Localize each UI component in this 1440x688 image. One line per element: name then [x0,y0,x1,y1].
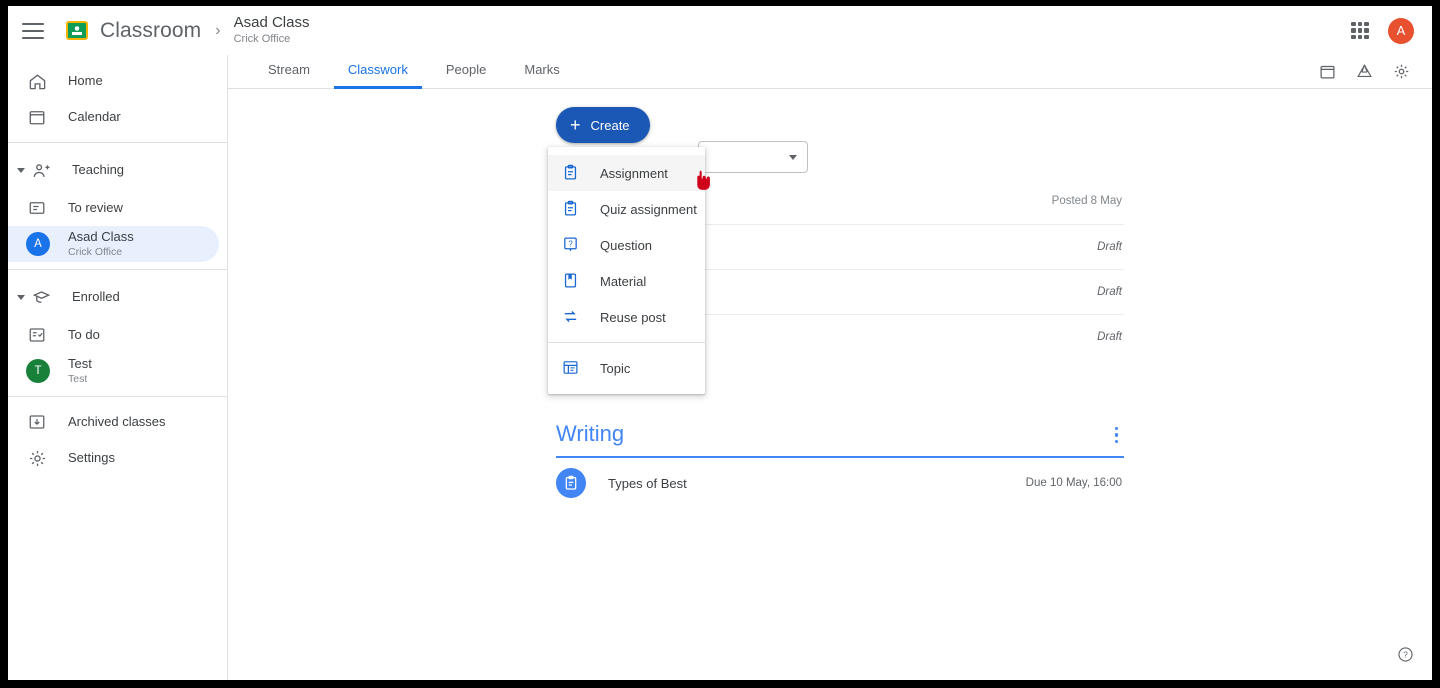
status-badge: Draft [1097,286,1122,298]
sidebar-item-to-review[interactable]: To review [8,190,219,226]
menu-item-assignment[interactable]: Assignment [548,155,705,191]
sidebar-item-sublabel: Crick Office [68,245,123,258]
apps-grid-icon[interactable] [1350,21,1370,41]
status-badge: Draft [1097,331,1122,343]
kebab-menu-icon[interactable] [1109,423,1125,448]
menu-item-label: Quiz assignment [600,201,697,217]
list-item[interactable]: Types of Best Due 10 May, 16:00 [556,458,1124,508]
gear-icon[interactable] [1393,63,1410,80]
app-brand-title: Classroom [100,18,202,42]
classroom-logo-icon [66,21,88,40]
create-button[interactable]: + Create [556,107,650,143]
help-circle-icon[interactable]: ? [1397,646,1414,668]
sidebar-item-asad-class[interactable]: A Asad Class Crick Office [8,226,219,262]
assignment-title: Types of Best [608,475,687,491]
tab-bar-actions [1319,63,1432,88]
tab-bar: Stream Classwork People Marks [228,55,1432,89]
create-menu: Assignment Quiz assignment ? Question Ma… [548,147,705,394]
menu-item-reuse-post[interactable]: Reuse post [548,299,705,335]
calendar-icon [26,106,48,128]
menu-item-topic[interactable]: Topic [548,350,705,386]
tab-people[interactable]: People [432,62,500,88]
app-window: Classroom › Asad Class Crick Office A Ho… [8,6,1432,680]
sidebar-item-label: Enrolled [72,288,120,304]
sidebar-item-label: To do [68,326,100,342]
material-bookmark-icon [562,272,580,290]
sidebar-item-label: Archived classes [68,413,166,429]
tab-classwork[interactable]: Classwork [333,62,422,89]
breadcrumb[interactable]: Asad Class Crick Office [233,14,310,46]
menu-item-label: Topic [600,360,631,376]
sidebar-item-label: Asad Class [68,229,134,245]
sidebar-item-label: Teaching [72,161,125,177]
menu-item-label: Reuse post [600,309,666,325]
topic-title[interactable]: Writing [556,421,624,447]
tab-stream[interactable]: Stream [254,62,324,88]
chevron-down-icon [17,167,25,173]
class-avatar: T [26,359,50,383]
sidebar-item-archived-classes[interactable]: Archived classes [8,404,219,440]
svg-text:?: ? [1403,650,1408,659]
assignment-due-date: Due 10 May, 16:00 [1025,477,1122,489]
topic-filter-select[interactable] [698,141,808,173]
class-avatar: A [26,232,50,256]
teaching-people-icon [30,159,52,181]
sidebar-divider [8,269,227,270]
calendar-icon[interactable] [1319,63,1336,80]
sidebar-group-enrolled[interactable]: Enrolled [8,277,219,317]
plus-icon: + [570,115,581,135]
sidebar-item-home[interactable]: Home [8,63,219,99]
sidebar-divider [8,396,227,397]
assignment-icon [562,164,580,182]
home-icon [26,70,48,92]
menu-item-material[interactable]: Material [548,263,705,299]
reuse-post-icon [562,308,580,326]
gear-icon [26,447,48,469]
sidebar-group-teaching[interactable]: Teaching [8,150,219,190]
to-review-icon [26,197,48,219]
chevron-down-icon [17,294,25,300]
main-content: Stream Classwork People Marks + Create P… [228,55,1432,680]
menu-item-label: Assignment [600,165,668,181]
menu-divider [548,342,705,343]
chevron-down-icon [789,155,797,160]
sidebar-item-label: Settings [68,449,115,465]
assignment-icon [556,468,586,498]
sidebar-item-label: Test [68,356,92,372]
create-button-label: Create [590,117,630,133]
breadcrumb-class-section: Crick Office [233,33,291,46]
question-icon: ? [562,236,580,254]
topic-list-icon [562,359,580,377]
to-do-icon [26,324,48,346]
svg-text:?: ? [568,239,573,248]
sidebar-item-label: To review [68,199,123,215]
status-badge: Draft [1097,241,1122,253]
breadcrumb-class-name: Asad Class [233,14,310,32]
top-app-bar: Classroom › Asad Class Crick Office A [8,6,1432,55]
avatar[interactable]: A [1388,17,1414,44]
menu-item-quiz-assignment[interactable]: Quiz assignment [548,191,705,227]
top-bar-actions: A [1350,17,1432,44]
menu-item-label: Material [600,273,647,289]
sidebar-item-label: Home [68,72,103,88]
topic-section-writing: Writing Types of Best Due 10 May, 16:00 [556,421,1124,508]
sidebar-item-test-class[interactable]: T Test Test [8,353,219,389]
menu-item-label: Question [600,237,653,253]
sidebar-item-settings[interactable]: Settings [8,440,219,476]
sidebar-item-calendar[interactable]: Calendar [8,99,219,135]
archive-icon [26,411,48,433]
sidebar-divider [8,142,227,143]
hamburger-icon[interactable] [22,22,44,39]
sidebar-item-label: Calendar [68,108,121,124]
tab-marks[interactable]: Marks [510,62,573,88]
topic-header: Writing [556,421,1124,458]
menu-item-question[interactable]: ? Question [548,227,705,263]
quiz-assignment-icon [562,200,580,218]
breadcrumb-separator: › [215,21,221,39]
sidebar-item-sublabel: Test [68,372,88,385]
google-drive-icon[interactable] [1356,63,1373,80]
sidebar-item-to-do[interactable]: To do [8,317,219,353]
graduation-cap-icon [30,286,52,308]
sidebar: Home Calendar Teaching To review A Asad … [8,55,228,680]
